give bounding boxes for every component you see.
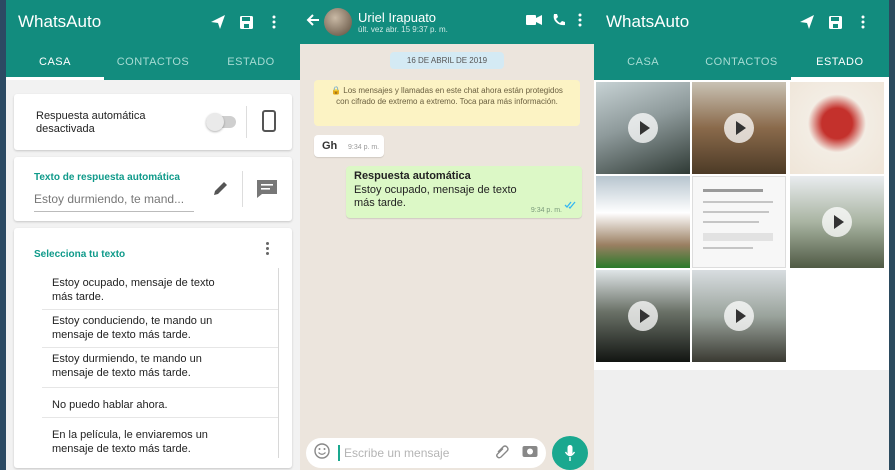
encryption-notice[interactable]: 🔒 Los mensajes y llamadas en este chat a…: [314, 80, 580, 126]
app-title: WhatsAuto: [606, 12, 690, 31]
save-icon[interactable]: [232, 8, 260, 36]
status-tile-image[interactable]: [790, 82, 884, 174]
auto-reply-status-card: Respuesta automática desactivada: [14, 94, 292, 150]
app-title: WhatsAuto: [18, 12, 102, 31]
emoji-icon[interactable]: [314, 442, 330, 464]
play-icon: [724, 113, 754, 143]
reply-text-card: Texto de respuesta automática Estoy durm…: [14, 157, 292, 221]
text-option-4[interactable]: No puedo hablar ahora.: [42, 398, 278, 418]
contact-name: Uriel Irapuato: [358, 10, 437, 25]
more-vert-icon[interactable]: [578, 13, 588, 32]
message-input[interactable]: Escribe un mensaje: [344, 446, 494, 460]
app-header: WhatsAuto CASA CONTACTOS ESTADO: [6, 0, 300, 80]
attach-icon[interactable]: [494, 443, 510, 464]
play-icon: [628, 113, 658, 143]
text-option-1[interactable]: Estoy ocupado, mensaje de texto más tard…: [42, 276, 278, 310]
camera-icon[interactable]: [522, 444, 538, 463]
tab-casa[interactable]: CASA: [6, 44, 104, 80]
chat-header: Uriel Irapuato últ. vez abr. 15 9:37 p. …: [300, 0, 594, 44]
whatsauto-estado-screen: WhatsAuto CASA CONTACTOS ESTADO: [594, 0, 889, 470]
phone-device-icon[interactable]: [262, 110, 276, 132]
tab-estado[interactable]: ESTADO: [202, 44, 300, 80]
more-vert-icon[interactable]: [266, 242, 270, 257]
text-cursor: [338, 445, 340, 461]
reply-text-value[interactable]: Estoy durmiendo, te mand...: [34, 193, 184, 206]
mic-icon: [564, 445, 576, 461]
tab-bar: CASA CONTACTOS ESTADO: [6, 44, 300, 80]
divider: [246, 106, 247, 138]
outgoing-title: Respuesta automática: [354, 170, 471, 182]
incoming-message[interactable]: Gh 9:34 p. m.: [314, 135, 384, 157]
incoming-time: 9:34 p. m.: [348, 144, 380, 151]
send-icon[interactable]: [204, 8, 232, 36]
auto-reply-status-text: Respuesta automática desactivada: [36, 110, 146, 135]
tab-bar: CASA CONTACTOS ESTADO: [594, 44, 889, 80]
status-tile-video[interactable]: [596, 270, 690, 362]
tab-casa[interactable]: CASA: [594, 44, 692, 80]
more-vert-icon[interactable]: [849, 8, 877, 36]
message-icon[interactable]: [256, 179, 278, 204]
status-tile-image[interactable]: [692, 176, 786, 268]
read-check-icon: [564, 196, 576, 214]
back-arrow-icon[interactable]: [306, 13, 320, 32]
text-option-2[interactable]: Estoy conduciendo, te mando un mensaje d…: [42, 314, 278, 348]
tab-contactos[interactable]: CONTACTOS: [104, 44, 202, 80]
play-icon: [724, 301, 754, 331]
status-grid: [594, 80, 889, 370]
outgoing-time: 9:34 p. m.: [530, 207, 562, 214]
outgoing-body: Estoy ocupado, mensaje de texto más tard…: [354, 184, 517, 209]
status-tile-video[interactable]: [790, 176, 884, 268]
date-chip: 16 DE ABRIL DE 2019: [390, 52, 504, 69]
contact-avatar[interactable]: [324, 8, 352, 36]
select-text-card: Selecciona tu texto Estoy ocupado, mensa…: [14, 228, 292, 468]
text-option-3[interactable]: Estoy durmiendo, te mando un mensaje de …: [42, 352, 278, 388]
divider: [242, 171, 243, 207]
more-vert-icon[interactable]: [260, 8, 288, 36]
tab-estado[interactable]: ESTADO: [790, 44, 889, 80]
send-icon[interactable]: [793, 8, 821, 36]
reply-text-label: Texto de respuesta automática: [34, 172, 180, 183]
contact-info[interactable]: Uriel Irapuato últ. vez abr. 15 9:37 p. …: [358, 10, 526, 34]
status-tile-video[interactable]: [692, 82, 786, 174]
select-text-label: Selecciona tu texto: [34, 249, 126, 260]
status-tile-image[interactable]: [596, 176, 690, 268]
app-header: WhatsAuto CASA CONTACTOS ESTADO: [594, 0, 889, 80]
outgoing-message[interactable]: Respuesta automática Estoy ocupado, mens…: [346, 166, 582, 218]
incoming-text: Gh: [322, 140, 338, 152]
status-tile-video[interactable]: [596, 82, 690, 174]
auto-reply-toggle[interactable]: [206, 113, 236, 131]
play-icon: [822, 207, 852, 237]
tab-contactos[interactable]: CONTACTOS: [692, 44, 790, 80]
text-option-5[interactable]: En la película, le enviaremos un mensaje…: [42, 428, 278, 462]
status-tile-video[interactable]: [692, 270, 786, 362]
mic-button[interactable]: [552, 436, 588, 470]
list-scrollbar[interactable]: [278, 268, 279, 458]
input-underline: [34, 211, 194, 212]
pencil-icon[interactable]: [212, 179, 230, 202]
play-icon: [628, 301, 658, 331]
last-seen: últ. vez abr. 15 9:37 p. m.: [358, 25, 448, 34]
whatsapp-chat-screen: Uriel Irapuato últ. vez abr. 15 9:37 p. …: [300, 0, 594, 470]
video-call-icon[interactable]: [526, 13, 552, 31]
phone-icon[interactable]: [552, 13, 578, 32]
whatsauto-casa-screen: WhatsAuto CASA CONTACTOS ESTADO Respuest…: [6, 0, 300, 470]
screenshot-stage: WhatsAuto CASA CONTACTOS ESTADO Respuest…: [0, 0, 895, 470]
message-composer: Escribe un mensaje: [306, 438, 546, 468]
save-icon[interactable]: [821, 8, 849, 36]
